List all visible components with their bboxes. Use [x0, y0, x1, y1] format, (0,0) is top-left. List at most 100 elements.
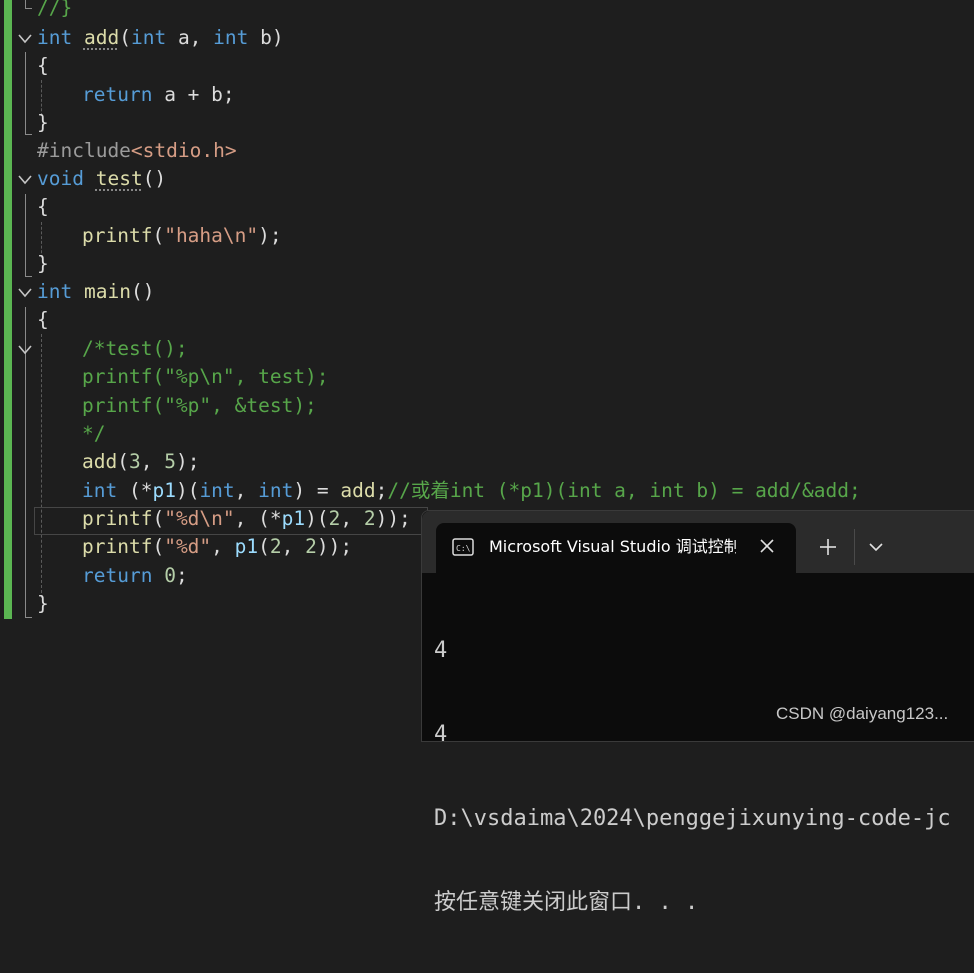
code-line[interactable]: } [37, 250, 49, 278]
token: )); [316, 535, 353, 558]
token: () [130, 280, 155, 303]
token: ); [258, 224, 282, 247]
code-line[interactable]: } [37, 109, 49, 137]
token-function: printf [82, 224, 153, 247]
scope-bracket [25, 52, 32, 135]
code-line[interactable]: return a + b; [82, 81, 235, 109]
token: , [234, 479, 259, 502]
code-line[interactable]: void test() [37, 165, 166, 193]
code-line[interactable]: printf("%p\n", test); [82, 363, 329, 391]
token-comment: //或着int (*p1)(int a, int b) = add/&add; [387, 479, 861, 502]
token-function: main [83, 280, 131, 303]
fold-chevron-icon[interactable] [17, 173, 33, 187]
svg-text:C:\: C:\ [456, 544, 471, 553]
terminal-tab-title: Microsoft Visual Studio 调试控制台 [489, 537, 736, 556]
token: ( [119, 26, 131, 49]
code-line[interactable]: int main() [37, 278, 154, 306]
code-line[interactable]: { [37, 306, 49, 334]
token-function: test [95, 167, 143, 190]
token: ( [152, 224, 165, 247]
code-line[interactable]: { [37, 52, 49, 80]
token-number: 2 [305, 535, 317, 558]
token: } [37, 111, 49, 134]
token-keyword: int [213, 26, 249, 49]
token-string: "%d\n" [164, 507, 235, 530]
code-line[interactable]: /*test(); [82, 335, 188, 363]
code-line[interactable]: printf("%p", &test); [82, 392, 317, 420]
token: )); [375, 507, 411, 530]
watermark: CSDN @daiyang123... [776, 704, 949, 723]
token: ); [175, 450, 200, 473]
token-string: "%d" [164, 535, 212, 558]
token-number: 2 [363, 507, 376, 530]
token: { [37, 195, 49, 218]
token-number: 0 [164, 564, 176, 587]
token-comment: printf("%p\n", test); [82, 365, 329, 388]
token-number: 5 [164, 450, 176, 473]
fold-chevron-icon[interactable] [17, 286, 33, 300]
token: a + b; [152, 83, 235, 106]
token: ( [117, 450, 129, 473]
fold-chevron-icon[interactable] [17, 32, 33, 46]
token: , [281, 535, 306, 558]
code-line[interactable]: add(3, 5); [82, 448, 199, 476]
token: , [340, 507, 364, 530]
token-variable: p1 [234, 535, 259, 558]
plus-icon[interactable] [816, 535, 840, 559]
token-keyword: int [130, 26, 167, 49]
token-keyword: void [37, 167, 84, 190]
terminal-tab[interactable]: C:\ Microsoft Visual Studio 调试控制台 [436, 523, 796, 573]
token: , [211, 535, 235, 558]
token-number: 2 [269, 535, 282, 558]
code-line[interactable]: { [37, 193, 49, 221]
code-line[interactable]: int add(int a, int b) [37, 24, 284, 52]
token: )( [175, 479, 200, 502]
code-line[interactable]: printf("%d\n", (*p1)(2, 2)); [82, 505, 411, 533]
token-function: printf [82, 535, 153, 558]
token-comment: /*test(); [82, 337, 188, 360]
token-keyword: return [82, 564, 153, 587]
token: ( [152, 507, 165, 530]
terminal-line: D:\vsdaima\2024\penggejixunying-code-jc [434, 806, 951, 831]
terminal-output[interactable]: 4 4 D:\vsdaima\2024\penggejixunying-code… [434, 581, 974, 973]
terminal-icon: C:\ [452, 537, 474, 557]
chevron-down-icon[interactable] [866, 537, 886, 557]
token: a, [166, 26, 214, 49]
token-keyword: int [82, 479, 118, 502]
token-keyword: return [82, 83, 153, 106]
close-icon[interactable] [756, 535, 778, 557]
token: () [142, 167, 167, 190]
token: , (* [234, 507, 282, 530]
terminal-tab-bar: C:\ Microsoft Visual Studio 调试控制台 [422, 511, 974, 573]
code-line[interactable]: */ [82, 420, 105, 448]
code-line[interactable]: #include<stdio.h> [37, 137, 237, 165]
token-comment: */ [82, 422, 106, 445]
token-function: printf [82, 507, 153, 530]
scope-bracket [25, 194, 32, 277]
code-line[interactable]: int (*p1)(int, int) = add;//或着int (*p1)(… [82, 477, 861, 505]
code-line[interactable]: printf("haha\n"); [82, 222, 282, 250]
terminal-line: 4 [434, 638, 448, 663]
token-number: 3 [128, 450, 141, 473]
token-function: add [340, 479, 376, 502]
token: ( [258, 535, 270, 558]
token-variable: p1 [281, 507, 306, 530]
token: //} [37, 0, 73, 19]
token: )( [305, 507, 329, 530]
token: { [37, 308, 49, 331]
token: ; [375, 479, 388, 502]
code-line[interactable]: //} [37, 0, 72, 22]
terminal-line: 4 [434, 722, 448, 747]
token-include-path: <stdio.h> [130, 139, 237, 162]
code-line[interactable]: return 0; [82, 562, 188, 590]
token: b) [248, 26, 284, 49]
code-line[interactable]: printf("%d", p1(2, 2)); [82, 533, 352, 561]
token-comment: printf("%p", &test); [82, 394, 317, 417]
token-variable: p1 [152, 479, 176, 502]
fold-chevron-icon[interactable] [17, 343, 33, 357]
token: } [37, 252, 49, 275]
token-function: add [82, 450, 118, 473]
token-keyword: int [199, 479, 235, 502]
code-line[interactable]: } [37, 590, 49, 618]
